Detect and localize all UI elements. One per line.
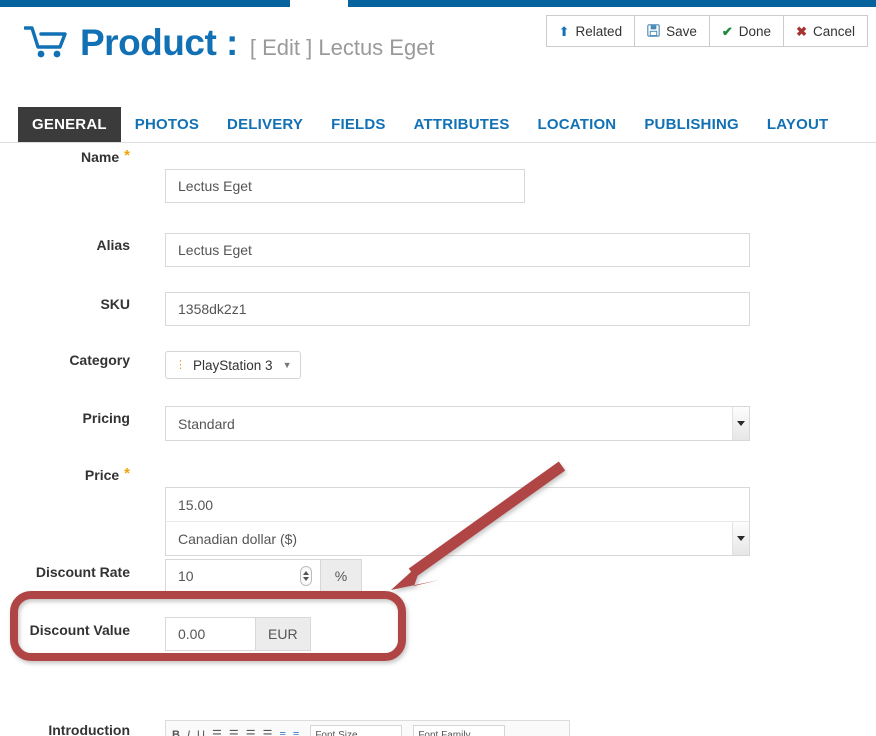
form-row-sku: SKU xyxy=(0,285,876,341)
browser-active-tab-marker[interactable] xyxy=(290,0,348,7)
form-row-name: Name * xyxy=(0,143,876,225)
product-general-form: Name* Alias SKU Category ⋮ PlayStation xyxy=(0,143,876,663)
cancel-button-label: Cancel xyxy=(812,23,855,39)
align-center-icon[interactable]: ☰ xyxy=(229,729,239,736)
number-spinner-icon[interactable] xyxy=(300,566,312,586)
bold-icon[interactable]: B xyxy=(172,729,180,736)
introduction-label: Introduction xyxy=(48,722,130,736)
alias-label-wrap: Alias xyxy=(0,225,130,253)
name-field-wrap xyxy=(130,143,876,203)
discount-rate-suffix: % xyxy=(320,559,362,593)
price-amount-input[interactable] xyxy=(165,487,750,521)
discount-rate-field-wrap: % xyxy=(130,547,876,593)
required-asterisk-icon: * xyxy=(124,465,130,482)
header-toolbar: ⬆ Related Save ✔ Done ✖ Cancel xyxy=(545,15,868,47)
form-row-alias: Alias xyxy=(0,225,876,285)
name-label-wrap: Name * xyxy=(0,143,130,166)
alias-field-wrap xyxy=(130,225,876,267)
page-title: Product : xyxy=(80,22,238,63)
checkmark-icon: ✔ xyxy=(721,23,733,39)
font-family-select[interactable]: Font Family xyxy=(413,725,506,736)
up-arrow-icon: ⬆ xyxy=(558,23,570,39)
page-subtitle: [ Edit ] Lectus Eget xyxy=(249,35,435,60)
tab-layout[interactable]: LAYOUT xyxy=(753,107,843,142)
alias-input[interactable] xyxy=(165,233,750,267)
save-button[interactable]: Save xyxy=(634,15,710,47)
category-select-pill[interactable]: ⋮ PlayStation 3 ▼ xyxy=(165,351,302,379)
tab-attributes[interactable]: ATTRIBUTES xyxy=(400,107,524,142)
sku-label-wrap: SKU xyxy=(0,285,130,312)
related-button-label: Related xyxy=(575,23,623,39)
form-row-discount-value: Discount Value EUR xyxy=(0,605,876,663)
sku-input[interactable] xyxy=(165,292,750,326)
discount-value-input-group: EUR xyxy=(165,617,876,651)
page-title-block: Product : [ Edit ] Lectus Eget xyxy=(23,21,435,64)
discount-value-field-wrap: EUR xyxy=(130,605,876,651)
form-row-pricing: Pricing xyxy=(0,398,876,455)
pricing-label: Pricing xyxy=(82,410,130,426)
form-row-category: Category ⋮ PlayStation 3 ▼ xyxy=(0,341,876,398)
save-button-label: Save xyxy=(666,23,697,39)
sku-field-wrap xyxy=(130,285,876,326)
price-field-wrap xyxy=(130,455,876,556)
spinner-up-icon[interactable] xyxy=(303,571,309,575)
ordered-list-icon[interactable]: ≡ xyxy=(279,729,285,736)
discount-value-label: Discount Value xyxy=(29,622,130,638)
discount-rate-spin-holder xyxy=(165,559,320,593)
page-header: Product : [ Edit ] Lectus Eget ⬆ Related… xyxy=(0,7,876,95)
align-left-icon[interactable]: ☰ xyxy=(212,729,222,736)
shopping-cart-icon xyxy=(23,25,68,59)
discount-value-suffix: EUR xyxy=(255,617,311,651)
spinner-down-icon[interactable] xyxy=(303,577,309,581)
form-row-price: Price * xyxy=(0,455,876,556)
browser-top-strip xyxy=(0,0,876,7)
font-size-select[interactable]: Font Size xyxy=(310,725,403,736)
pricing-select[interactable] xyxy=(165,406,750,441)
required-asterisk-icon: * xyxy=(124,147,130,164)
category-label: Category xyxy=(69,352,130,368)
italic-icon[interactable]: I xyxy=(187,729,190,736)
tab-fields[interactable]: FIELDS xyxy=(317,107,400,142)
pricing-field-wrap xyxy=(130,398,876,441)
cancel-button[interactable]: ✖ Cancel xyxy=(783,15,868,47)
alias-label: Alias xyxy=(96,237,130,253)
tab-photos[interactable]: PHOTOS xyxy=(121,107,213,142)
unordered-list-icon[interactable]: ≡ xyxy=(293,729,299,736)
price-label-wrap: Price * xyxy=(0,455,130,484)
chevron-down-icon: ▼ xyxy=(282,360,292,370)
tab-bar: GENERAL PHOTOS DELIVERY FIELDS ATTRIBUTE… xyxy=(0,107,876,143)
drag-handle-icon[interactable]: ⋮ xyxy=(175,359,186,371)
align-right-icon[interactable]: ☰ xyxy=(246,729,256,736)
discount-value-label-wrap: Discount Value xyxy=(0,605,130,638)
category-label-wrap: Category xyxy=(0,341,130,368)
category-selected-value: PlayStation 3 xyxy=(193,357,273,373)
discount-value-input[interactable] xyxy=(165,617,255,651)
tab-delivery[interactable]: DELIVERY xyxy=(213,107,317,142)
form-row-introduction: Introduction B I U ☰ ☰ ☰ ☰ ≡ ≡ Font Size… xyxy=(0,718,876,736)
category-field-wrap: ⋮ PlayStation 3 ▼ xyxy=(130,341,876,379)
form-row-discount-rate: Discount Rate % xyxy=(0,547,876,605)
price-label: Price xyxy=(84,467,120,483)
name-label: Name xyxy=(81,149,120,165)
underline-icon[interactable]: U xyxy=(197,729,205,736)
name-input[interactable] xyxy=(165,169,525,203)
related-button[interactable]: ⬆ Related xyxy=(545,15,636,47)
tab-publishing[interactable]: PUBLISHING xyxy=(630,107,753,142)
discount-rate-input-group: % xyxy=(165,559,876,593)
pricing-select-wrap xyxy=(165,406,750,441)
tab-location[interactable]: LOCATION xyxy=(524,107,631,142)
align-justify-icon[interactable]: ☰ xyxy=(263,729,273,736)
discount-rate-label: Discount Rate xyxy=(35,564,130,580)
tab-general[interactable]: GENERAL xyxy=(18,107,121,142)
discount-rate-label-wrap: Discount Rate xyxy=(0,547,130,580)
done-button[interactable]: ✔ Done xyxy=(708,15,785,47)
sku-label: SKU xyxy=(100,296,130,312)
richtext-editor-toolbar: B I U ☰ ☰ ☰ ☰ ≡ ≡ Font Size Font Family xyxy=(165,720,570,736)
floppy-disk-icon xyxy=(647,23,660,39)
cross-icon: ✖ xyxy=(796,23,807,39)
done-button-label: Done xyxy=(738,23,772,39)
discount-rate-input[interactable] xyxy=(165,559,320,593)
pricing-label-wrap: Pricing xyxy=(0,398,130,426)
